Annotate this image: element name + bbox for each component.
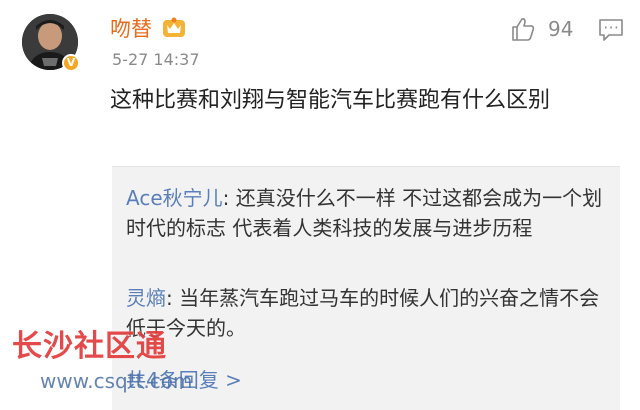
comment-username[interactable]: 吻替: [110, 16, 152, 42]
reply-item[interactable]: Ace秋宁儿: 还真没什么不一样 不过这都会成为一个划时代的标志 代表着人类科技…: [126, 183, 606, 243]
thumbs-up-icon: [512, 18, 535, 41]
view-more-replies-link[interactable]: 共4条回复 >: [126, 365, 242, 395]
reply-author[interactable]: Ace秋宁儿: [126, 186, 223, 210]
reply-item[interactable]: 灵熵: 当年蒸汽车跑过马车的时候人们的兴奋之情不会低于今天的。: [126, 283, 606, 343]
vip-crown-icon: [163, 17, 185, 37]
verified-badge-icon: V: [62, 54, 80, 72]
reply-text: 当年蒸汽车跑过马车的时候人们的兴奋之情不会低于今天的。: [126, 286, 600, 340]
reply-author[interactable]: 灵熵: [126, 286, 166, 310]
reply-separator: :: [222, 186, 236, 210]
comment-timestamp: 5-27 14:37: [112, 50, 200, 69]
comment-body: 这种比赛和刘翔与智能汽车比赛跑有什么区别: [110, 88, 551, 113]
like-count: 94: [548, 17, 574, 41]
comment-icon[interactable]: [598, 18, 624, 42]
like-button[interactable]: 94: [510, 14, 573, 44]
reply-separator: :: [166, 286, 180, 310]
reply-list: Ace秋宁儿: 还真没什么不一样 不过这都会成为一个划时代的标志 代表着人类科技…: [112, 166, 620, 410]
weibo-comment-screenshot: V 吻替 5-27 14:37 94 这种比赛和刘翔与智能汽车比赛跑有什么区别 …: [0, 0, 640, 410]
